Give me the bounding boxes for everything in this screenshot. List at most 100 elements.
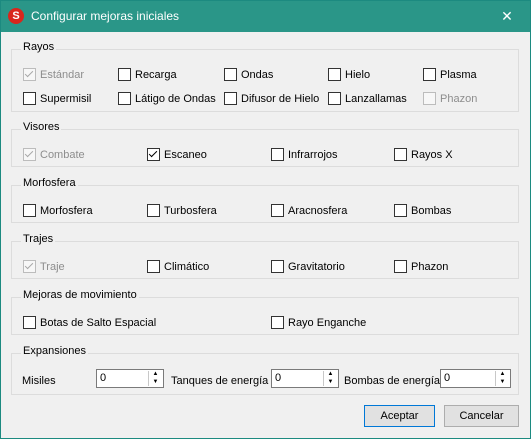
visores-checkbox-label: Rayos X bbox=[411, 149, 453, 161]
visores-checkbox-label: Infrarrojos bbox=[288, 149, 338, 161]
rayos-checkbox-3[interactable]: Hielo bbox=[328, 68, 370, 82]
rayos-checkbox-label: Recarga bbox=[135, 69, 177, 81]
bombas-energia-up-arrow-icon[interactable]: ▲ bbox=[496, 371, 509, 378]
morfosfera-checkbox-2[interactable]: Aracnosfera bbox=[271, 204, 347, 218]
group-title-visores: Visores bbox=[21, 121, 62, 133]
rayos-checkbox-7[interactable]: Difusor de Hielo bbox=[224, 92, 319, 106]
checkbox-unchecked-icon[interactable] bbox=[271, 260, 284, 273]
checkbox-checked-icon bbox=[23, 148, 36, 161]
group-title-movimiento: Mejoras de movimiento bbox=[21, 289, 139, 301]
tanques-label: Tanques de energía bbox=[171, 375, 269, 387]
misiles-label: Misiles bbox=[22, 375, 56, 387]
checkbox-unchecked-icon[interactable] bbox=[23, 316, 36, 329]
group-title-morfosfera: Morfosfera bbox=[21, 177, 78, 189]
misiles-spinbox[interactable]: 0 ▲ ▼ bbox=[96, 369, 164, 388]
rayos-checkbox-label: Ondas bbox=[241, 69, 274, 81]
checkbox-unchecked-icon[interactable] bbox=[118, 92, 131, 105]
checkbox-unchecked-icon bbox=[423, 92, 436, 105]
checkbox-unchecked-icon[interactable] bbox=[271, 204, 284, 217]
trajes-checkbox-label: Gravitatorio bbox=[288, 261, 345, 273]
misiles-up-arrow-icon[interactable]: ▲ bbox=[149, 371, 162, 378]
rayos-checkbox-9: Phazon bbox=[423, 92, 477, 106]
dialog-window: S Configurar mejoras iniciales ✕ Rayos V… bbox=[0, 0, 531, 439]
trajes-checkbox-label: Traje bbox=[40, 261, 65, 273]
checkbox-unchecked-icon[interactable] bbox=[224, 68, 237, 81]
misiles-spin-buttons: ▲ ▼ bbox=[148, 371, 162, 386]
visores-checkbox-label: Combate bbox=[40, 149, 85, 161]
rayos-checkbox-4[interactable]: Plasma bbox=[423, 68, 477, 82]
checkbox-unchecked-icon[interactable] bbox=[147, 260, 160, 273]
rayos-checkbox-label: Estándar bbox=[40, 69, 85, 81]
checkbox-checked-icon bbox=[23, 68, 36, 81]
bombas-energia-value[interactable]: 0 bbox=[444, 372, 450, 384]
trajes-checkbox-label: Phazon bbox=[411, 261, 449, 273]
checkbox-unchecked-icon[interactable] bbox=[328, 92, 341, 105]
visores-checkbox-2[interactable]: Infrarrojos bbox=[271, 148, 338, 162]
checkbox-checked-icon[interactable] bbox=[147, 148, 160, 161]
morfosfera-checkbox-3[interactable]: Bombas bbox=[394, 204, 451, 218]
group-title-rayos: Rayos bbox=[21, 41, 57, 53]
movimiento-checkbox-1[interactable]: Rayo Enganche bbox=[271, 316, 366, 330]
checkbox-unchecked-icon[interactable] bbox=[394, 204, 407, 217]
rayos-checkbox-label: Phazon bbox=[440, 93, 478, 105]
tanques-value[interactable]: 0 bbox=[275, 372, 281, 384]
rayos-checkbox-label: Difusor de Hielo bbox=[241, 93, 320, 105]
rayos-checkbox-label: Plasma bbox=[440, 69, 477, 81]
checkbox-unchecked-icon[interactable] bbox=[23, 204, 36, 217]
morfosfera-checkbox-1[interactable]: Turbosfera bbox=[147, 204, 217, 218]
group-title-expansiones: Expansiones bbox=[21, 345, 88, 357]
checkbox-unchecked-icon[interactable] bbox=[271, 148, 284, 161]
rayos-checkbox-5[interactable]: Supermisil bbox=[23, 92, 91, 106]
window-title: Configurar mejoras iniciales bbox=[31, 9, 180, 23]
cancel-button[interactable]: Cancelar bbox=[444, 405, 519, 427]
rayos-checkbox-label: Lanzallamas bbox=[345, 93, 407, 105]
movimiento-checkbox-label: Botas de Salto Espacial bbox=[40, 317, 157, 329]
trajes-checkbox-label: Climático bbox=[164, 261, 210, 273]
accept-button[interactable]: Aceptar bbox=[364, 405, 435, 427]
checkbox-unchecked-icon[interactable] bbox=[23, 92, 36, 105]
tanques-up-arrow-icon[interactable]: ▲ bbox=[324, 371, 337, 378]
checkbox-unchecked-icon[interactable] bbox=[271, 316, 284, 329]
trajes-checkbox-2[interactable]: Gravitatorio bbox=[271, 260, 345, 274]
visores-checkbox-0: Combate bbox=[23, 148, 85, 162]
bombas-energia-label: Bombas de energía bbox=[344, 375, 441, 387]
visores-checkbox-1[interactable]: Escaneo bbox=[147, 148, 207, 162]
rayos-checkbox-0: Estándar bbox=[23, 68, 84, 82]
morfosfera-checkbox-label: Bombas bbox=[411, 205, 452, 217]
checkbox-unchecked-icon[interactable] bbox=[118, 68, 131, 81]
title-bar[interactable]: S Configurar mejoras iniciales ✕ bbox=[1, 1, 530, 32]
close-button[interactable]: ✕ bbox=[484, 1, 530, 32]
rayos-checkbox-1[interactable]: Recarga bbox=[118, 68, 177, 82]
checkbox-unchecked-icon[interactable] bbox=[328, 68, 341, 81]
tanques-spin-buttons: ▲ ▼ bbox=[323, 371, 337, 386]
rayos-checkbox-2[interactable]: Ondas bbox=[224, 68, 273, 82]
app-logo-icon: S bbox=[8, 8, 24, 24]
misiles-down-arrow-icon[interactable]: ▼ bbox=[149, 379, 162, 386]
checkbox-unchecked-icon[interactable] bbox=[394, 148, 407, 161]
rayos-checkbox-6[interactable]: Látigo de Ondas bbox=[118, 92, 216, 106]
misiles-value[interactable]: 0 bbox=[100, 372, 106, 384]
morfosfera-checkbox-label: Morfosfera bbox=[40, 205, 93, 217]
tanques-down-arrow-icon[interactable]: ▼ bbox=[324, 379, 337, 386]
trajes-checkbox-0: Traje bbox=[23, 260, 65, 274]
tanques-spinbox[interactable]: 0 ▲ ▼ bbox=[271, 369, 339, 388]
checkbox-unchecked-icon[interactable] bbox=[394, 260, 407, 273]
movimiento-checkbox-label: Rayo Enganche bbox=[288, 317, 367, 329]
rayos-checkbox-8[interactable]: Lanzallamas bbox=[328, 92, 407, 106]
checkbox-unchecked-icon[interactable] bbox=[423, 68, 436, 81]
morfosfera-checkbox-label: Aracnosfera bbox=[288, 205, 348, 217]
rayos-checkbox-label: Hielo bbox=[345, 69, 371, 81]
bombas-energia-spin-buttons: ▲ ▼ bbox=[495, 371, 509, 386]
trajes-checkbox-3[interactable]: Phazon bbox=[394, 260, 448, 274]
group-title-trajes: Trajes bbox=[21, 233, 56, 245]
trajes-checkbox-1[interactable]: Climático bbox=[147, 260, 209, 274]
movimiento-checkbox-0[interactable]: Botas de Salto Espacial bbox=[23, 316, 156, 330]
morfosfera-checkbox-label: Turbosfera bbox=[164, 205, 217, 217]
bombas-energia-down-arrow-icon[interactable]: ▼ bbox=[496, 379, 509, 386]
rayos-checkbox-label: Supermisil bbox=[40, 93, 92, 105]
checkbox-unchecked-icon[interactable] bbox=[147, 204, 160, 217]
morfosfera-checkbox-0[interactable]: Morfosfera bbox=[23, 204, 93, 218]
bombas-energia-spinbox[interactable]: 0 ▲ ▼ bbox=[440, 369, 511, 388]
checkbox-unchecked-icon[interactable] bbox=[224, 92, 237, 105]
visores-checkbox-3[interactable]: Rayos X bbox=[394, 148, 453, 162]
